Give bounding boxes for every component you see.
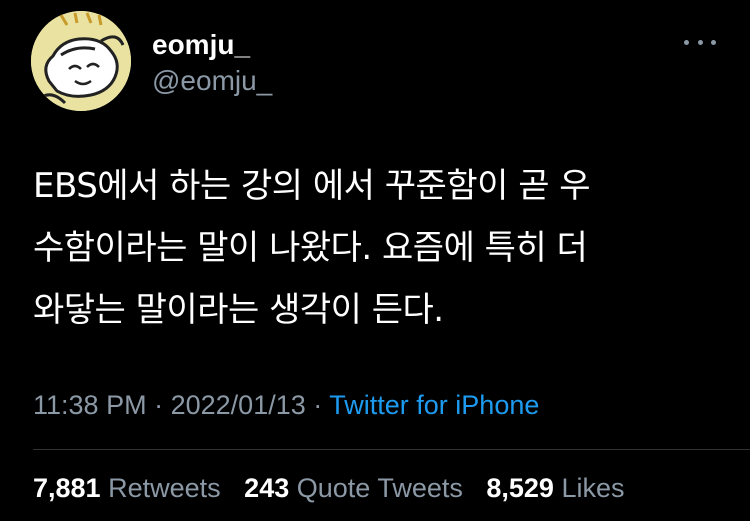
tweet-text-line: EBS에서 하는 강의 에서 꾸준함이 곧 우 (33, 166, 591, 206)
likes-label: Likes (561, 473, 625, 503)
separator: · (313, 390, 323, 420)
separator: · (154, 390, 164, 420)
dot (697, 39, 703, 45)
divider (33, 449, 750, 450)
tweet-text: EBS에서 하는 강의 에서 꾸준함이 곧 우 수함이라는 말이 나왔다. 요즘… (33, 155, 723, 341)
display-name[interactable]: eomju_ (152, 29, 250, 61)
retweets-stat[interactable]: 7,881 Retweets (33, 473, 221, 503)
quote-tweets-label: Quote Tweets (296, 473, 463, 503)
tweet-date[interactable]: 2022/01/13 (171, 390, 306, 420)
retweets-label: Retweets (108, 473, 221, 503)
tweet-metadata: 11:38 PM · 2022/01/13 · Twitter for iPho… (33, 389, 539, 421)
dot (711, 39, 716, 45)
avatar-illustration (31, 11, 131, 111)
quote-tweets-stat[interactable]: 243 Quote Tweets (244, 473, 463, 503)
more-options-icon[interactable] (684, 36, 716, 48)
quote-tweets-count: 243 (244, 473, 290, 503)
user-handle[interactable]: @eomju_ (152, 65, 272, 97)
engagement-stats: 7,881 Retweets 243 Quote Tweets 8,529 Li… (33, 472, 641, 504)
avatar[interactable] (31, 11, 131, 111)
tweet-text-line: 수함이라는 말이 나왔다. 요즘에 특히 더 (33, 228, 588, 268)
tweet-detail: eomju_ @eomju_ EBS에서 하는 강의 에서 꾸준함이 곧 우 수… (0, 0, 750, 521)
tweet-source-link[interactable]: Twitter for iPhone (329, 390, 539, 420)
tweet-time[interactable]: 11:38 PM (33, 390, 147, 420)
tweet-text-line: 와닿는 말이라는 생각이 든다. (33, 290, 444, 330)
dot (684, 39, 689, 45)
retweets-count: 7,881 (33, 473, 101, 503)
likes-stat[interactable]: 8,529 Likes (486, 473, 624, 503)
likes-count: 8,529 (486, 473, 554, 503)
